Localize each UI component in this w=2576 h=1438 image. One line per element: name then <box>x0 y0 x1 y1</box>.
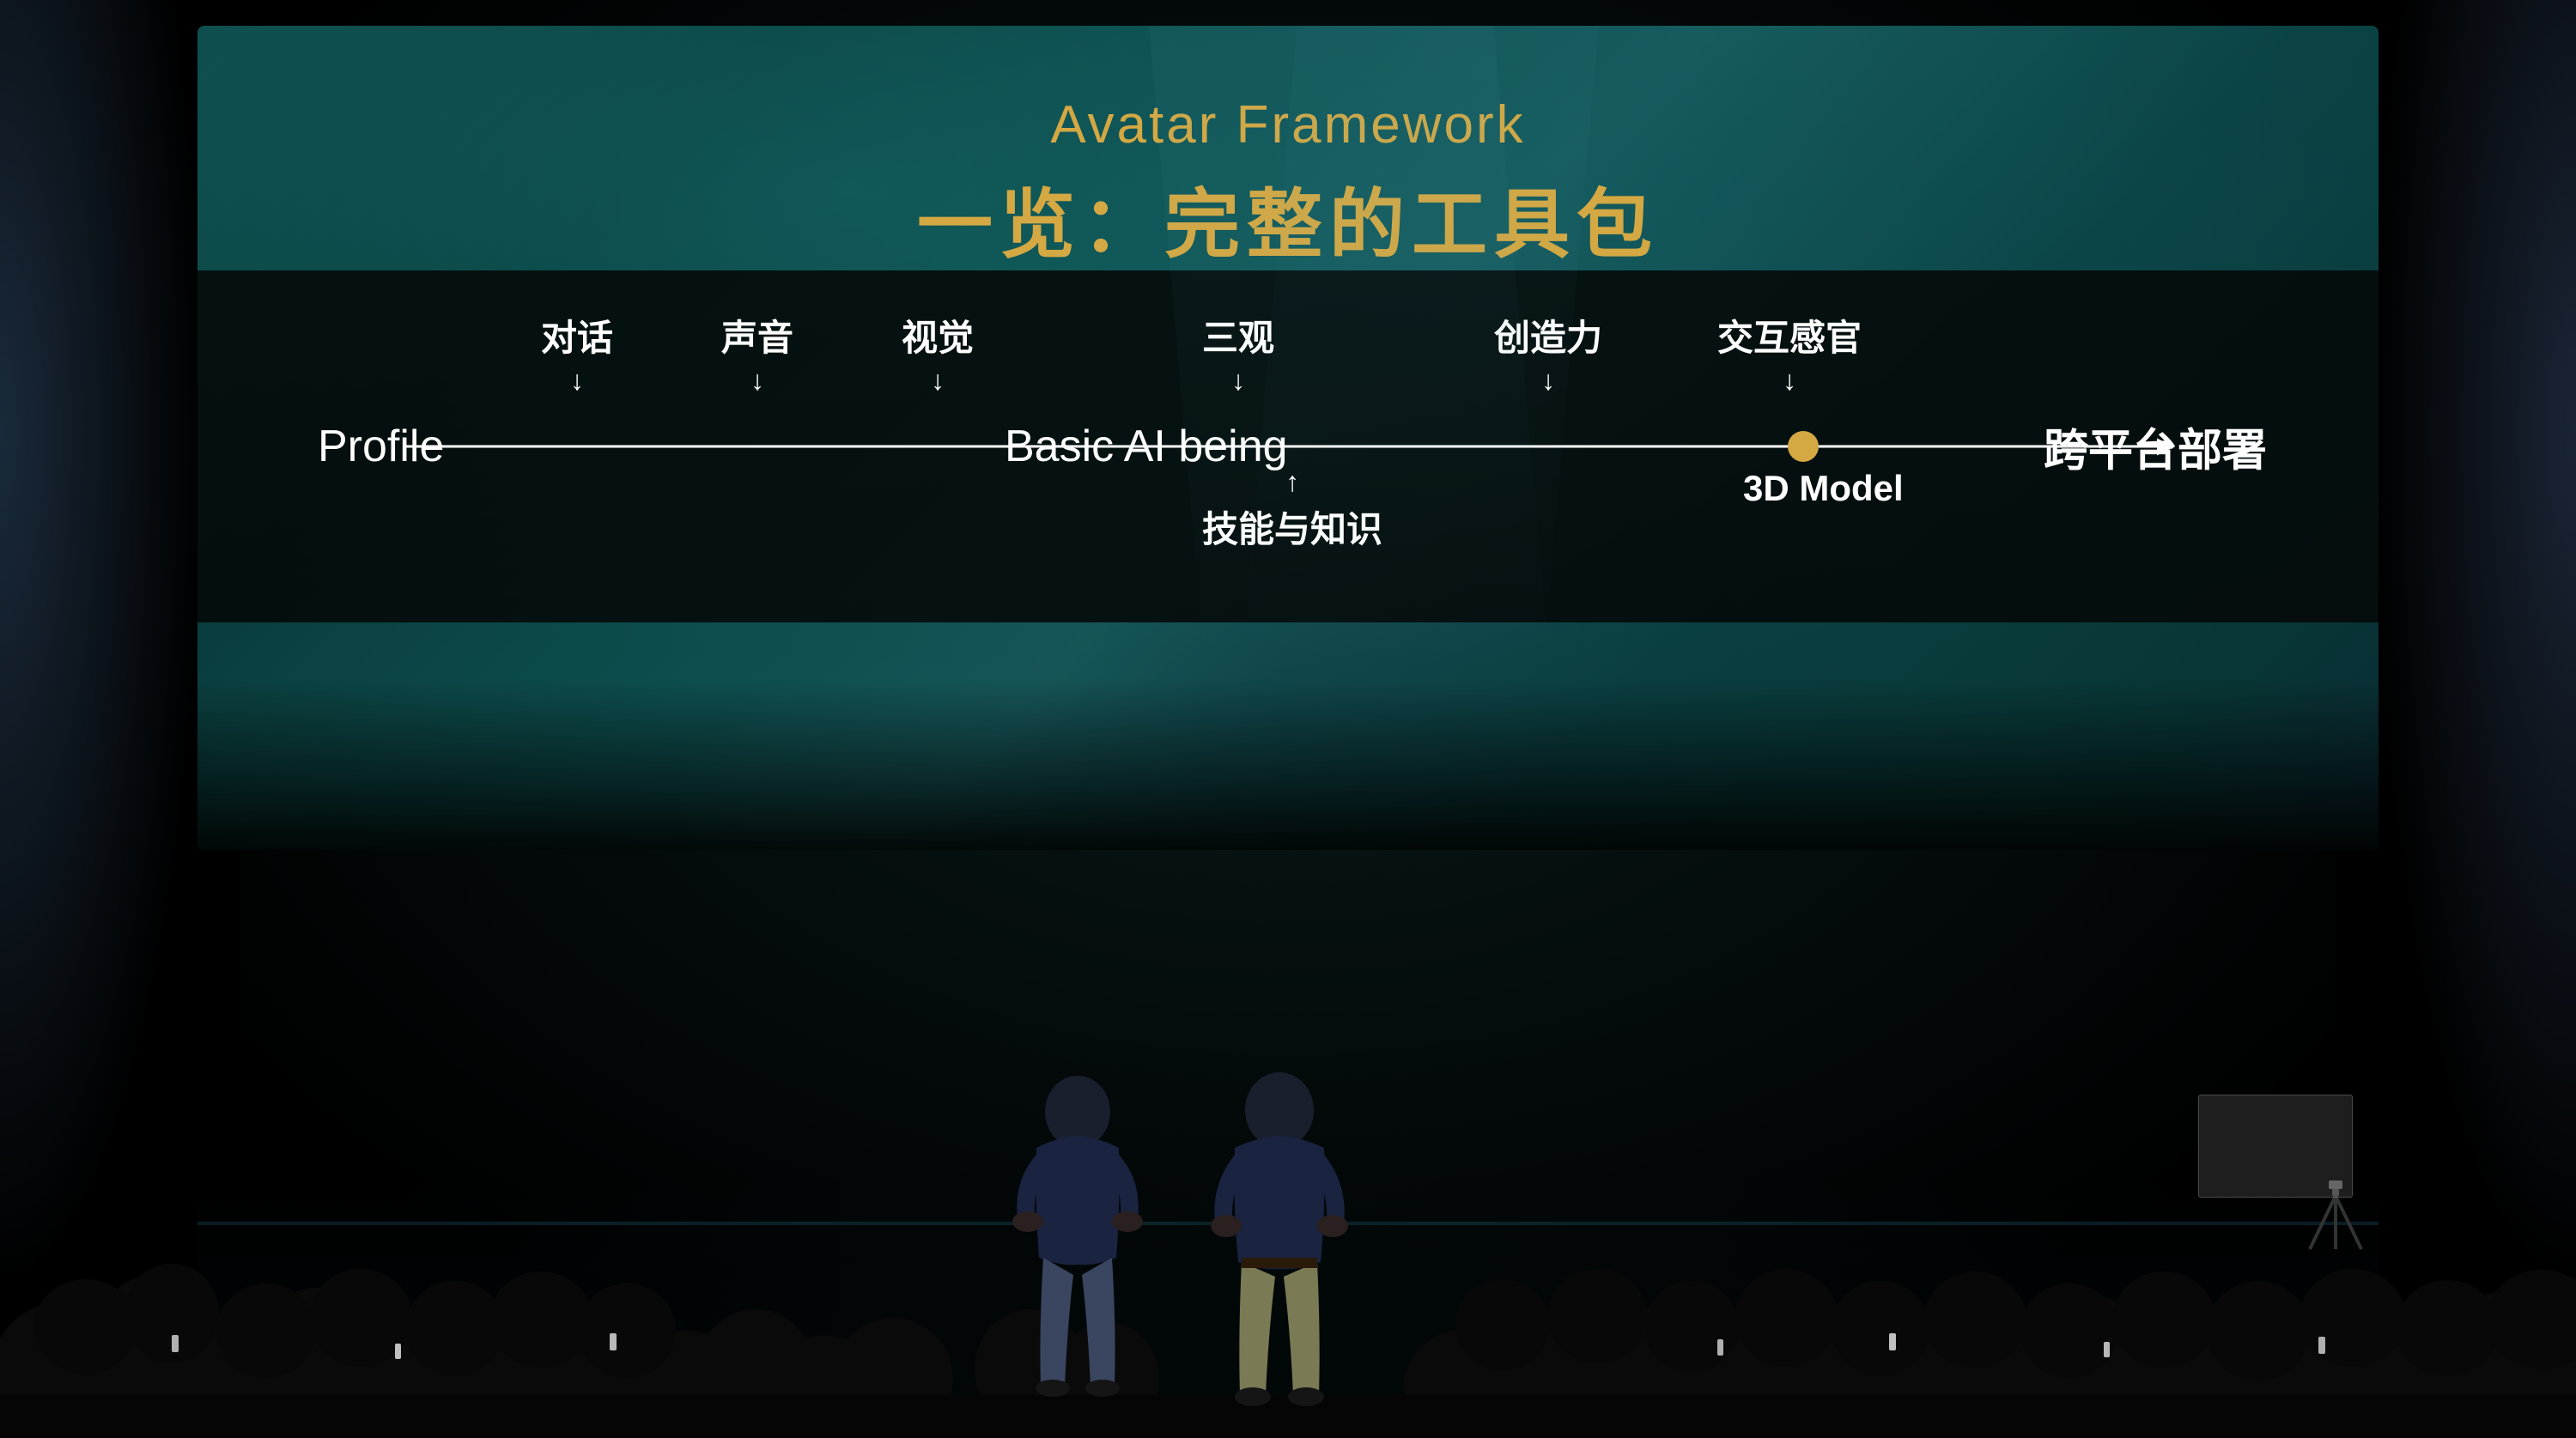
title-chinese: 一览：完整的工具包 <box>917 164 1659 273</box>
label-jiaohuganguan: 交互感官 ↓ <box>1717 309 1862 394</box>
jiaohuganguan-arrow: ↓ <box>1783 367 1796 394</box>
shijue-arrow: ↓ <box>931 367 945 394</box>
label-chuangzaoli: 创造力 ↓ <box>1494 309 1602 394</box>
jineng-arrow: ↑ <box>1285 468 1299 495</box>
label-sanguan: 三观 ↓ <box>1202 309 1274 394</box>
stage-floor-gradient <box>197 678 2379 850</box>
gold-dot <box>1788 431 1819 462</box>
model3d-text: 3D Model <box>1743 468 1904 509</box>
sanguan-arrow: ↓ <box>1231 367 1245 394</box>
presenter-right <box>1211 1072 1348 1406</box>
presentation-screen: Avatar Framework 一览：完整的工具包 Profile Basic… <box>197 26 2379 850</box>
label-shengyin: 声音 ↓ <box>721 309 793 394</box>
label-3dmodel: 3D Model <box>1743 468 1904 509</box>
chuangzaoli-text: 创造力 <box>1494 309 1602 361</box>
label-duihua: 对话 ↓ <box>541 309 613 394</box>
diagram-inner: Profile Basic AI being 跨平台部署 对话 ↓ 声音 ↓ <box>301 300 2275 592</box>
jineng-text: 技能与知识 <box>1202 501 1382 553</box>
title-english: Avatar Framework <box>917 94 1659 155</box>
profile-label: Profile <box>318 421 444 472</box>
duihua-arrow: ↓ <box>570 367 584 394</box>
shijue-text: 视觉 <box>902 309 974 361</box>
label-shijue: 视觉 ↓ <box>902 309 974 394</box>
ai-being-label: Basic AI being <box>1005 421 1288 472</box>
jiaohuganguan-text: 交互感官 <box>1717 309 1862 361</box>
duihua-text: 对话 <box>541 309 613 361</box>
audience-silhouettes <box>0 1009 2576 1438</box>
title-area: Avatar Framework 一览：完整的工具包 <box>917 26 1659 273</box>
shengyin-text: 声音 <box>721 309 793 361</box>
label-jineng: ↑ 技能与知识 <box>1202 468 1382 553</box>
scene: Avatar Framework 一览：完整的工具包 Profile Basic… <box>0 0 2576 1438</box>
timeline-line <box>404 446 2172 448</box>
monitor-corner <box>2198 1095 2353 1198</box>
diagram-band: Profile Basic AI being 跨平台部署 对话 ↓ 声音 ↓ <box>197 270 2379 622</box>
shengyin-arrow: ↓ <box>750 367 764 394</box>
chuangzaoli-arrow: ↓ <box>1541 367 1555 394</box>
sanguan-text: 三观 <box>1202 309 1274 361</box>
cross-platform-label: 跨平台部署 <box>2044 415 2267 479</box>
